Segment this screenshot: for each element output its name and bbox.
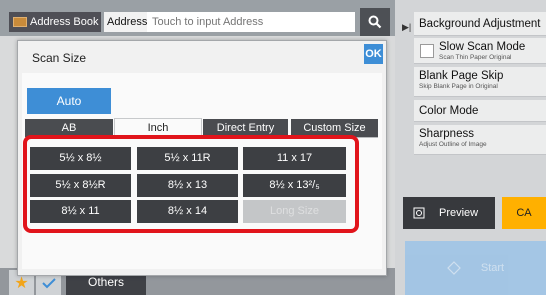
preview-button[interactable]: Preview <box>403 197 495 229</box>
size-button[interactable]: 5½ x 8½ <box>30 147 131 170</box>
slow-scan-label: Slow Scan Mode <box>439 40 526 53</box>
collapse-arrow-icon[interactable]: ▶| <box>402 22 411 33</box>
size-button[interactable]: 5½ x 11R <box>137 147 238 170</box>
start-icon <box>447 261 461 275</box>
start-button[interactable]: Start <box>405 241 546 295</box>
size-button[interactable]: 8½ x 14 <box>137 200 238 223</box>
ca-button[interactable]: CA <box>502 197 546 229</box>
background-adjustment-label: Background Adjustment <box>419 18 541 30</box>
background-adjustment-item[interactable]: Background Adjustment <box>414 12 546 36</box>
address-book-label: Address Book <box>30 16 99 28</box>
sharpness-item[interactable]: Sharpness Adjust Outline of Image <box>414 125 546 155</box>
blank-page-skip-sub: Skip Blank Page in Original <box>419 83 498 90</box>
color-mode-item[interactable]: Color Mode <box>414 100 546 122</box>
slow-scan-checkbox[interactable] <box>420 43 434 58</box>
size-button[interactable]: 8½ x 13²/₅ <box>243 174 346 197</box>
search-icon <box>368 15 382 29</box>
size-button[interactable]: 8½ x 11 <box>30 200 131 223</box>
dialog-title: Scan Size <box>32 51 87 65</box>
preview-label: Preview <box>439 207 479 219</box>
long-size-button: Long Size <box>243 200 346 223</box>
blank-page-skip-item[interactable]: Blank Page Skip Skip Blank Page in Origi… <box>414 67 546 97</box>
ok-button[interactable]: OK <box>364 44 383 64</box>
color-mode-label: Color Mode <box>419 105 479 117</box>
slow-scan-mode-item[interactable]: Slow Scan Mode Scan Thin Paper Original <box>414 38 546 64</box>
size-button[interactable]: 5½ x 8½R <box>30 174 131 197</box>
address-input[interactable] <box>147 12 355 32</box>
preview-icon <box>413 207 425 219</box>
address-book-button[interactable]: Address Book <box>9 12 101 32</box>
sharpness-label: Sharpness <box>419 128 474 140</box>
check-icon <box>41 277 56 288</box>
start-label: Start <box>480 262 505 274</box>
search-button[interactable] <box>360 8 390 36</box>
address-label: Address <box>104 12 151 32</box>
size-button[interactable]: 8½ x 13 <box>137 174 238 197</box>
sharpness-sub: Adjust Outline of Image <box>419 141 487 148</box>
address-book-icon <box>13 17 27 27</box>
blank-page-skip-label: Blank Page Skip <box>419 70 504 82</box>
size-button[interactable]: 11 x 17 <box>243 147 346 170</box>
auto-button[interactable]: Auto <box>27 88 111 114</box>
slow-scan-sub: Scan Thin Paper Original <box>439 53 512 61</box>
